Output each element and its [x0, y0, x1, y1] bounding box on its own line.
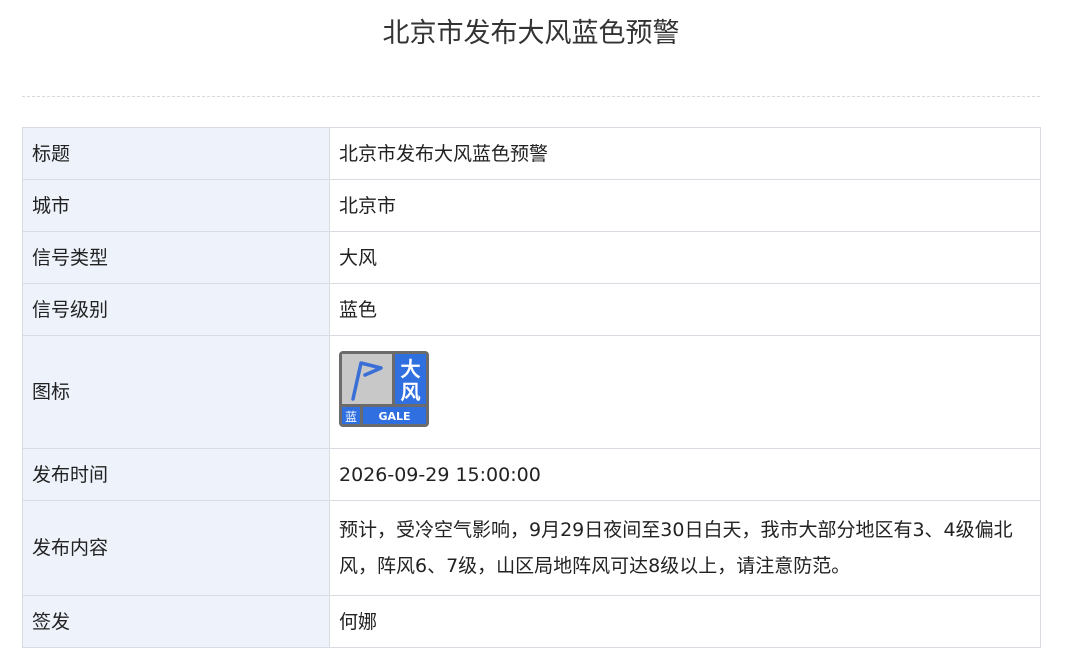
row-value: 大风 [329, 231, 1041, 284]
title-divider [22, 96, 1040, 97]
row-label: 城市 [22, 179, 330, 232]
table-row-signal-type: 信号类型 大风 [22, 231, 1041, 284]
icon-char-bottom: 风 [401, 380, 421, 404]
row-label: 发布时间 [22, 448, 330, 501]
icon-flag-panel [342, 354, 392, 404]
row-value: 蓝色 [329, 283, 1041, 336]
page-title: 北京市发布大风蓝色预警 [382, 18, 680, 49]
gale-blue-warning-icon: 大 风 蓝 GALE [339, 351, 429, 427]
icon-char-top: 大 [401, 357, 421, 381]
icon-english-label: GALE [378, 410, 410, 423]
row-label: 信号类型 [22, 231, 330, 284]
table-row-publish-time: 发布时间 2026-09-29 15:00:00 [22, 448, 1041, 501]
table-row-title: 标题 北京市发布大风蓝色预警 [22, 127, 1041, 180]
row-label: 图标 [22, 335, 330, 449]
row-label: 签发 [22, 595, 330, 648]
row-value: 北京市 [329, 179, 1041, 232]
page: 北京市发布大风蓝色预警 标题 北京市发布大风蓝色预警 城市 北京市 信号类型 大… [0, 0, 1080, 652]
row-label: 信号级别 [22, 283, 330, 336]
table-row-issuer: 签发 何娜 [22, 595, 1041, 648]
row-value: 预计，受冷空气影响，9月29日夜间至30日白天，我市大部分地区有3、4级偏北风，… [329, 500, 1041, 596]
table-row-icon: 图标 大 风 蓝 GALE [22, 335, 1041, 449]
row-value: 北京市发布大风蓝色预警 [329, 127, 1041, 180]
icon-level-char: 蓝 [345, 410, 357, 424]
row-label: 标题 [22, 127, 330, 180]
table-row-content: 发布内容 预计，受冷空气影响，9月29日夜间至30日白天，我市大部分地区有3、4… [22, 500, 1041, 596]
warning-info-table: 标题 北京市发布大风蓝色预警 城市 北京市 信号类型 大风 信号级别 蓝色 图标 [22, 127, 1041, 648]
row-value: 何娜 [329, 595, 1041, 648]
row-value: 2026-09-29 15:00:00 [329, 448, 1041, 501]
table-row-city: 城市 北京市 [22, 179, 1041, 232]
table-row-signal-level: 信号级别 蓝色 [22, 283, 1041, 336]
row-value: 大 风 蓝 GALE [329, 335, 1041, 449]
row-label: 发布内容 [22, 500, 330, 596]
